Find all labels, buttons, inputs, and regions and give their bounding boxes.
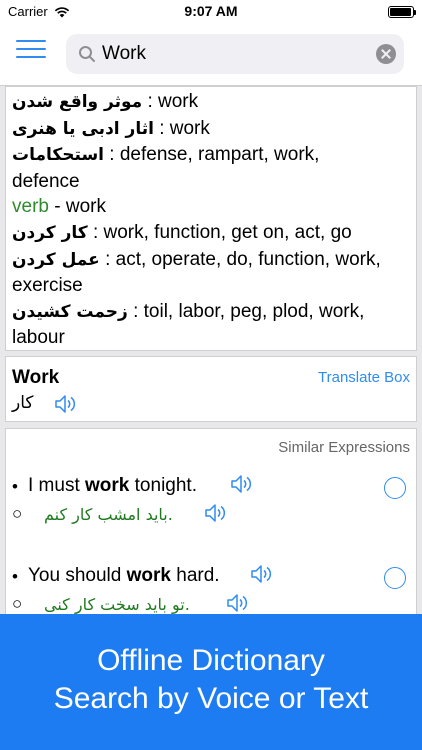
top-bar: [0, 24, 422, 86]
search-input[interactable]: [102, 39, 362, 69]
definition-english: labour: [12, 327, 65, 349]
example-text: You should: [28, 565, 127, 586]
banner-line-2: Search by Voice or Text: [53, 682, 369, 715]
battery-icon: [388, 6, 416, 18]
definition-english: : defense, rampart, work,: [104, 144, 320, 166]
example-keyword: work: [85, 475, 130, 496]
example-keyword: work: [126, 565, 171, 586]
definition-english: - work: [48, 196, 106, 218]
speaker-icon[interactable]: [230, 474, 254, 494]
definition-english: : work: [142, 91, 199, 112]
definition-english: exercise: [12, 275, 83, 297]
hamburger-menu-icon[interactable]: [16, 36, 46, 62]
definition-farsi: عمل کردن: [12, 249, 100, 270]
definition-english: : act, operate, do, function, work,: [99, 248, 381, 270]
definition-line: verb - work: [12, 194, 410, 220]
definition-line: اثار ادبی یا هنری : work: [12, 116, 410, 143]
definition-line: exercise: [12, 273, 410, 299]
word-card: Work Translate Box کار: [5, 356, 417, 422]
clock: 9:07 AM: [184, 3, 238, 19]
example-farsi: .تو باید سخت کار کنی: [44, 595, 190, 614]
part-of-speech: verb: [12, 196, 49, 218]
similar-expressions-card: Similar Expressions • I must work tonigh…: [5, 428, 417, 616]
example-item: • You should work hard. ○ .تو باید سخت ک…: [6, 559, 418, 616]
speaker-icon[interactable]: [54, 394, 78, 414]
definition-english: : work: [153, 117, 210, 139]
select-radio[interactable]: [384, 477, 406, 499]
bullet: •: [12, 567, 18, 586]
definition-line: کار کردن : work, function, get on, act, …: [12, 220, 410, 247]
example-text: hard.: [170, 565, 220, 586]
example-item: • I must work tonight. ○ .باید امشب کار …: [6, 469, 418, 549]
definition-line: defence: [12, 169, 410, 195]
definitions-card: موثر واقع شدن : work اثار ادبی یا هنری :…: [5, 86, 417, 351]
example-text: tonight.: [129, 475, 197, 496]
word-title: Work: [12, 367, 60, 388]
word-translation: کار: [12, 393, 34, 413]
definition-farsi: استحکامات: [12, 145, 104, 166]
definition-farsi: زحمت کشیدن: [12, 301, 128, 322]
translate-box-link[interactable]: Translate Box: [318, 369, 410, 386]
definition-farsi: کار کردن: [12, 222, 88, 243]
speaker-icon[interactable]: [250, 564, 274, 584]
definition-line: استحکامات : defense, rampart, work,: [12, 142, 410, 169]
status-bar: Carrier 9:07 AM: [0, 0, 422, 24]
definition-line: زحمت کشیدن : toil, labor, peg, plod, wor…: [12, 299, 410, 326]
definition-line: labour: [12, 325, 410, 351]
definition-line: عمل کردن : act, operate, do, function, w…: [12, 247, 410, 274]
similar-expressions-header: Similar Expressions: [278, 439, 410, 456]
sub-bullet: ○: [12, 504, 23, 523]
example-farsi: .باید امشب کار کنم: [44, 505, 173, 524]
banner-line-1: Offline Dictionary: [97, 644, 325, 677]
sub-bullet: ○: [12, 594, 23, 613]
definition-english: : work, function, get on, act, go: [87, 221, 352, 243]
definition-farsi: اثار ادبی یا هنری: [12, 118, 154, 139]
select-radio[interactable]: [384, 567, 406, 589]
search-bar[interactable]: [66, 34, 404, 74]
definition-english: : toil, labor, peg, plod, work,: [127, 300, 365, 322]
definition-english: defence: [12, 170, 80, 192]
definition-line: موثر واقع شدن : work: [12, 89, 410, 116]
clear-search-icon[interactable]: [376, 44, 396, 64]
example-english: You should work hard.: [28, 565, 220, 587]
speaker-icon[interactable]: [204, 503, 228, 523]
search-icon: [79, 46, 95, 62]
content-area[interactable]: موثر واقع شدن : work اثار ادبی یا هنری :…: [0, 86, 422, 616]
speaker-icon[interactable]: [226, 593, 250, 613]
promo-banner: Offline Dictionary Search by Voice or Te…: [0, 614, 422, 750]
bullet: •: [12, 477, 18, 496]
example-text: I must: [28, 475, 86, 496]
definition-farsi: موثر واقع شدن: [12, 92, 143, 112]
example-english: I must work tonight.: [28, 475, 197, 497]
